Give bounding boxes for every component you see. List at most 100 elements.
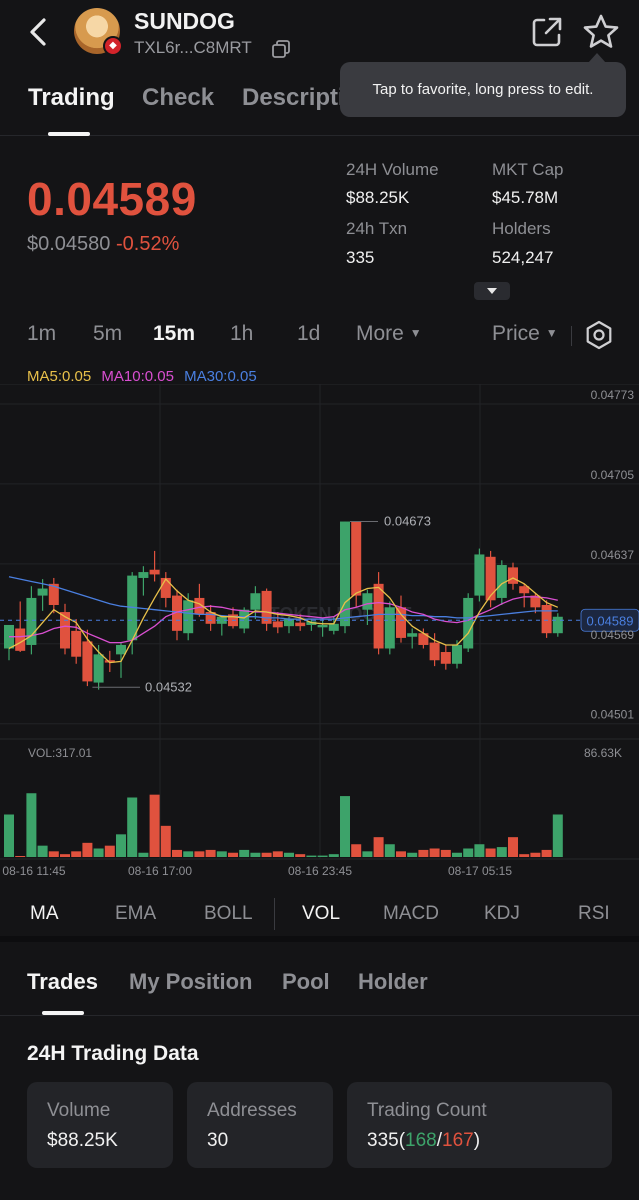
card-addresses-label: Addresses — [207, 1100, 297, 1121]
indicator-vol[interactable]: VOL — [302, 903, 340, 925]
volume-bar — [71, 851, 82, 857]
token-name: SUNDOG — [134, 8, 235, 34]
time-axis-label: 08-16 23:45 — [288, 864, 352, 878]
subtab-holder[interactable]: Holder — [358, 969, 428, 995]
volume-bar — [138, 852, 149, 857]
price-axis-label: 0.04637 — [591, 548, 635, 562]
candlestick-chart[interactable]: TOKEN POCKET 0.045890.047730.047050.0463… — [0, 384, 639, 884]
volume-bar — [306, 855, 317, 857]
candle-body — [317, 624, 328, 628]
timeframe-more[interactable]: More ▼ — [356, 322, 422, 346]
candle-body — [508, 567, 518, 584]
volume-bar — [15, 856, 26, 857]
caret-down-icon: ▼ — [545, 326, 558, 340]
chain-badge-icon: ◆ — [103, 36, 123, 56]
candle-body — [384, 607, 395, 649]
candle-body — [116, 644, 126, 655]
candle-body — [429, 642, 440, 661]
indicator-boll[interactable]: BOLL — [204, 903, 253, 925]
trading-count-card: Trading Count 335(168/167) — [347, 1082, 612, 1168]
volume-bar — [429, 848, 440, 857]
indicator-ma[interactable]: MA — [30, 903, 59, 925]
volume-bar — [519, 854, 530, 857]
high-annotation: 0.04673 — [384, 514, 431, 529]
timeframe-1m[interactable]: 1m — [27, 322, 56, 346]
volume-card: Volume $88.25K — [27, 1082, 173, 1168]
tab-trading[interactable]: Trading — [28, 84, 115, 112]
volume-bar — [205, 849, 216, 857]
indicator-bar: MA EMA BOLL VOL MACD KDJ RSI — [0, 888, 639, 942]
card-volume-label: Volume — [47, 1100, 111, 1121]
subtab-underline — [42, 1011, 84, 1015]
section-title: 24H Trading Data — [27, 1042, 199, 1065]
addresses-card: Addresses 30 — [187, 1082, 333, 1168]
volume-bar — [239, 849, 250, 857]
expand-stats-button[interactable] — [474, 282, 510, 300]
timeframe-1d[interactable]: 1d — [297, 322, 320, 346]
volume-bar — [485, 848, 496, 857]
star-icon[interactable] — [582, 13, 620, 51]
indicator-ema[interactable]: EMA — [115, 903, 156, 925]
card-volume-value: $88.25K — [47, 1130, 118, 1151]
price-axis-label: 0.04773 — [591, 388, 635, 402]
holders-label: Holders — [492, 219, 551, 238]
volume-bar — [272, 851, 283, 857]
indicator-kdj[interactable]: KDJ — [484, 903, 520, 925]
volume-bar — [384, 844, 395, 857]
volume-bar — [104, 845, 115, 857]
candle-body — [37, 588, 48, 596]
back-icon[interactable] — [24, 16, 52, 48]
share-icon[interactable] — [530, 15, 564, 49]
candle-body — [261, 590, 272, 624]
header: ◆ SUNDOG TXL6r...C8MRT — [0, 0, 639, 64]
volume-bar — [340, 796, 350, 857]
volume-bar — [530, 852, 541, 857]
candle-body — [71, 630, 82, 657]
subtab-trades[interactable]: Trades — [27, 969, 98, 995]
price-usd: $0.04580 — [27, 233, 111, 255]
sub-tabs: Trades My Position Pool Holder — [0, 950, 639, 1016]
tab-description[interactable]: Descripti — [242, 84, 345, 112]
volume-bar — [452, 852, 462, 857]
tab-underline — [48, 132, 90, 136]
volume-bar — [474, 844, 485, 857]
volume-bar — [127, 797, 138, 857]
copy-icon[interactable] — [272, 40, 290, 58]
volume-bar — [396, 851, 406, 857]
volume-bar — [284, 852, 294, 857]
caret-down-icon — [487, 288, 497, 294]
holders-value: 524,247 — [492, 248, 554, 267]
volume-bar — [407, 852, 418, 857]
indicator-rsi[interactable]: RSI — [578, 903, 610, 925]
candle-body — [160, 577, 171, 598]
indicator-macd[interactable]: MACD — [383, 903, 439, 925]
token-address: TXL6r...C8MRT — [134, 38, 252, 57]
tab-check[interactable]: Check — [142, 84, 214, 112]
candle-body — [463, 597, 474, 649]
volume-label: VOL:317.01 — [28, 746, 92, 760]
volume-bar — [295, 854, 306, 857]
candle-body — [295, 622, 306, 627]
settings-gear-icon[interactable] — [584, 320, 614, 350]
candle-body — [239, 609, 250, 629]
timeframe-15m[interactable]: 15m — [153, 322, 195, 346]
volume-bar — [552, 814, 563, 857]
volume-bar — [362, 851, 373, 857]
divider — [571, 326, 572, 346]
volume-bar — [4, 814, 14, 857]
candle-body — [82, 641, 93, 682]
timeframe-1h[interactable]: 1h — [230, 322, 253, 346]
subtab-my-position[interactable]: My Position — [129, 969, 252, 995]
card-addresses-value: 30 — [207, 1130, 229, 1151]
more-label: More — [356, 322, 404, 345]
subtab-pool[interactable]: Pool — [282, 969, 330, 995]
ma10-legend: MA10:0.05 — [101, 368, 174, 385]
timeframe-bar: 1m 5m 15m 1h 1d More ▼ Price ▼ — [0, 316, 639, 356]
card-count-value: 335(168/167) — [367, 1130, 481, 1151]
volume-bar — [160, 825, 171, 857]
ma5-legend: MA5:0.05 — [27, 368, 92, 385]
price-selector[interactable]: Price ▼ — [492, 322, 558, 346]
timeframe-5m[interactable]: 5m — [93, 322, 122, 346]
volume-label: 24H Volume — [346, 160, 439, 179]
volume-bar — [60, 854, 70, 857]
